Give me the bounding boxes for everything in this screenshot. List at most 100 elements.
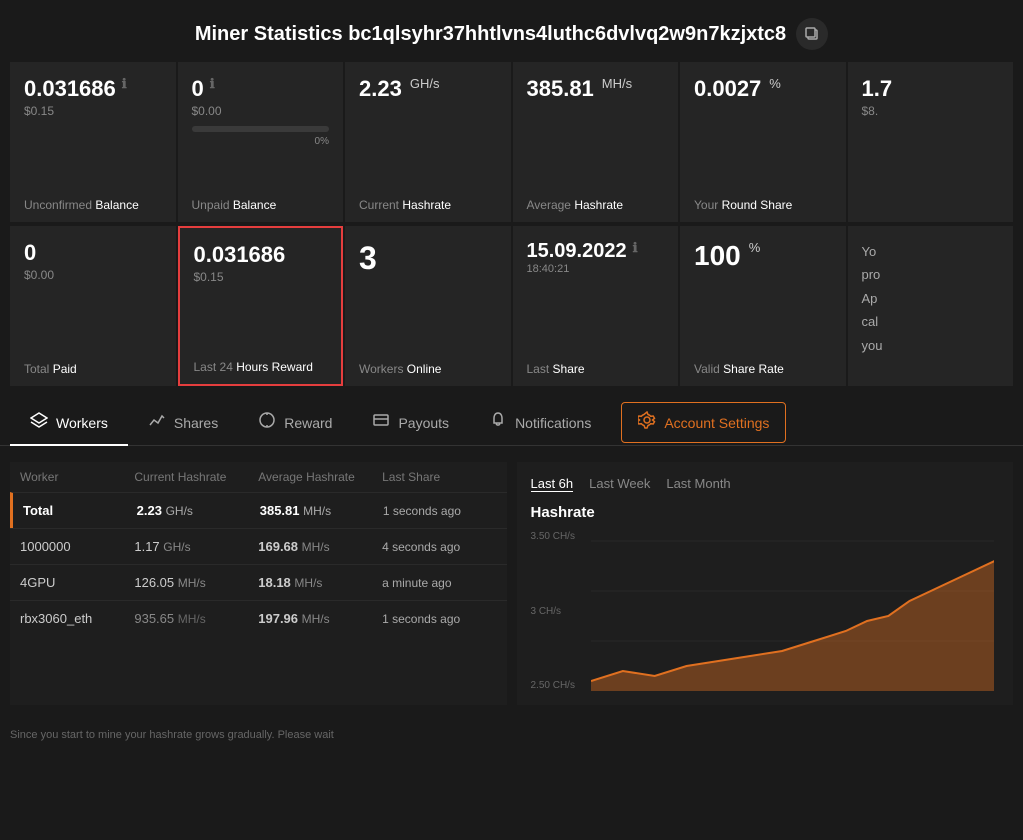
last-share-4gpu: a minute ago [382,576,496,590]
copy-address-button[interactable] [796,18,828,50]
col-average-hashrate: Average Hashrate [258,470,382,484]
unpaid-balance-value: 0 ℹ [192,76,330,102]
total-paid-usd: $0.00 [24,268,162,282]
gear-icon [638,411,656,434]
total-paid-label: Total Paid [24,352,162,376]
tab-workers-label: Workers [56,415,108,431]
tabs-nav: Workers Shares Reward Payouts [0,390,1023,446]
average-hashrate-label: Average Hashrate [527,188,665,212]
average-hashrate-value: 385.81 MH/s [527,76,665,102]
reward-icon [258,411,276,434]
unpaid-balance-card: 0 ℹ $0.00 0% Unpaid Balance [178,62,344,222]
current-hashrate-value: 2.23 GH/s [359,76,497,102]
tab-payouts[interactable]: Payouts [352,401,469,446]
page-title: Miner Statistics bc1qlsyhr37hhtlvns4luth… [195,23,786,46]
table-header: Worker Current Hashrate Average Hashrate… [10,462,507,492]
shares-icon [148,411,166,434]
table-row: 4GPU 126.05 MH/s 18.18 MH/s a minute ago [10,564,507,600]
average-hashrate-card: 385.81 MH/s Average Hashrate [513,62,679,222]
total-current-hashrate: 2.23 GH/s [137,503,260,518]
valid-share-rate-card: 100 % Valid Share Rate [680,226,846,386]
payouts-icon [372,411,390,434]
last-share-value: 15.09.2022 ℹ [527,240,665,263]
total-last-share: 1 seconds ago [383,504,497,518]
tab-reward-label: Reward [284,415,332,431]
col-last-share: Last Share [382,470,496,484]
info-icon-unpaid[interactable]: ℹ [210,76,215,92]
unconfirmed-balance-label: Unconfirmed Balance [24,188,162,212]
valid-share-rate-label: Valid Share Rate [694,352,832,376]
unpaid-progress-bar [192,126,330,132]
info-icon-unconfirmed[interactable]: ℹ [122,76,127,92]
table-row: 1000000 1.17 GH/s 169.68 MH/s 4 seconds … [10,528,507,564]
worker-name-1000000: 1000000 [20,539,134,554]
round-share-label: Your Round Share [694,188,832,212]
filter-last-week[interactable]: Last Week [589,476,650,492]
workers-online-label: Workers Online [359,352,497,376]
chart-area: 3.50 CH/s 3 CH/s 2.50 CH/s [531,531,1000,691]
last-24h-reward-label: Last 24 Hours Reward [194,350,328,374]
worker-name-4gpu: 4GPU [20,575,134,590]
last-share-1000000: 4 seconds ago [382,540,496,554]
tab-notifications-label: Notifications [515,415,591,431]
chart-y-labels: 3.50 CH/s 3 CH/s 2.50 CH/s [531,531,581,691]
bottom-note: Since you start to mine your hashrate gr… [0,721,1023,749]
total-worker-name: Total [23,503,137,518]
tab-workers[interactable]: Workers [10,401,128,446]
last-24h-reward-card: 0.031686 $0.15 Last 24 Hours Reward [178,226,344,386]
hashrate-chart: Last 6h Last Week Last Month Hashrate 3.… [517,462,1014,705]
last-24h-reward-usd: $0.15 [194,270,328,284]
tab-notifications[interactable]: Notifications [469,401,611,446]
unconfirmed-balance-card: 0.031686 ℹ $0.15 Unconfirmed Balance [10,62,176,222]
workers-table: Worker Current Hashrate Average Hashrate… [10,462,507,705]
total-avg-hashrate: 385.81 MH/s [260,503,383,518]
last-share-time: 18:40:21 [527,263,665,275]
col-worker: Worker [20,470,134,484]
stats-row-2: 0 $0.00 Total Paid 0.031686 $0.15 Last 2… [0,226,1023,386]
partial-stat2-card: Yo pro Ap cal you [848,226,1014,386]
workers-online-value: 3 [359,240,497,277]
valid-share-rate-value: 100 % [694,240,832,272]
current-hashrate-label: Current Hashrate [359,188,497,212]
col-current-hashrate: Current Hashrate [134,470,258,484]
hashrate-rbx3060: 935.65 MH/s [134,611,258,626]
tab-shares[interactable]: Shares [128,401,238,446]
tab-account-settings[interactable]: Account Settings [621,402,786,443]
avg-hashrate-rbx3060: 197.96 MH/s [258,611,382,626]
last-share-card: 15.09.2022 ℹ 18:40:21 Last Share [513,226,679,386]
stats-row-1: 0.031686 ℹ $0.15 Unconfirmed Balance 0 ℹ… [0,62,1023,222]
unpaid-balance-label: Unpaid Balance [192,188,330,212]
hashrate-svg [591,531,995,691]
table-row: rbx3060_eth 935.65 MH/s 197.96 MH/s 1 se… [10,600,507,636]
bell-icon [489,411,507,434]
layers-icon [30,411,48,434]
info-icon-last-share[interactable]: ℹ [633,240,638,256]
unpaid-progress-pct: 0% [192,136,330,147]
partial-stat-card: 1.7 $8. [848,62,1014,222]
hashrate-4gpu: 126.05 MH/s [134,575,258,590]
worker-name-rbx3060: rbx3060_eth [20,611,134,626]
partial-stat-usd: $8. [862,104,1000,118]
hashrate-1000000: 1.17 GH/s [134,539,258,554]
current-hashrate-card: 2.23 GH/s Current Hashrate [345,62,511,222]
workers-online-card: 3 Workers Online [345,226,511,386]
header: Miner Statistics bc1qlsyhr37hhtlvns4luth… [0,0,1023,62]
unconfirmed-balance-usd: $0.15 [24,104,162,118]
total-paid-value: 0 [24,240,162,266]
chart-title: Hashrate [531,504,1000,521]
chart-time-filters: Last 6h Last Week Last Month [531,476,1000,492]
filter-last-month[interactable]: Last Month [666,476,730,492]
avg-hashrate-4gpu: 18.18 MH/s [258,575,382,590]
unconfirmed-balance-value: 0.031686 ℹ [24,76,162,102]
last-24h-reward-value: 0.031686 [194,242,328,268]
tab-reward[interactable]: Reward [238,401,352,446]
tab-shares-label: Shares [174,415,218,431]
partial-stat-value: 1.7 [862,76,1000,102]
last-share-rbx3060: 1 seconds ago [382,612,496,626]
tab-account-settings-label: Account Settings [664,415,769,431]
total-paid-card: 0 $0.00 Total Paid [10,226,176,386]
filter-last-6h[interactable]: Last 6h [531,476,574,492]
last-share-label: Last Share [527,352,665,376]
round-share-card: 0.0027 % Your Round Share [680,62,846,222]
avg-hashrate-1000000: 169.68 MH/s [258,539,382,554]
